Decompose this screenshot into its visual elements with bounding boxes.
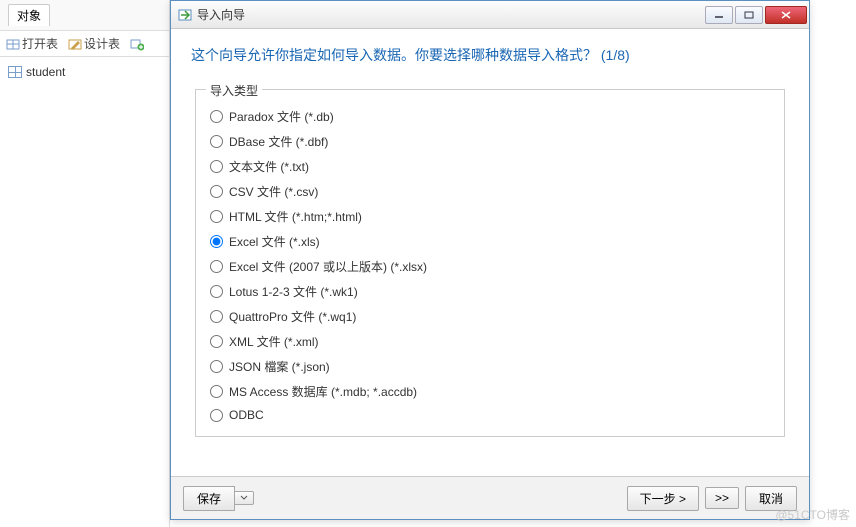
design-table-button[interactable]: 设计表 bbox=[68, 35, 120, 52]
close-icon bbox=[780, 10, 792, 20]
dialog-title: 导入向导 bbox=[197, 6, 703, 23]
sidebar-tab-label: 对象 bbox=[8, 4, 50, 26]
add-table-button[interactable] bbox=[130, 37, 144, 51]
import-type-radio[interactable] bbox=[210, 110, 223, 123]
add-icon bbox=[130, 37, 144, 51]
import-type-option[interactable]: XML 文件 (*.xml) bbox=[210, 329, 770, 354]
import-type-radio[interactable] bbox=[210, 310, 223, 323]
import-type-option[interactable]: JSON 檔案 (*.json) bbox=[210, 354, 770, 379]
close-button[interactable] bbox=[765, 6, 807, 24]
table-icon bbox=[8, 66, 22, 78]
import-type-label: CSV 文件 (*.csv) bbox=[229, 183, 318, 200]
minimize-icon bbox=[714, 11, 724, 19]
import-type-radio[interactable] bbox=[210, 409, 223, 422]
import-type-radio[interactable] bbox=[210, 385, 223, 398]
import-type-option[interactable]: ODBC bbox=[210, 404, 770, 426]
chevron-down-icon bbox=[240, 495, 248, 501]
import-type-radio[interactable] bbox=[210, 185, 223, 198]
import-type-label: HTML 文件 (*.htm;*.html) bbox=[229, 208, 362, 225]
dialog-titlebar: 导入向导 bbox=[171, 1, 809, 29]
dialog-footer: 保存 下一步 > >> 取消 bbox=[171, 477, 809, 519]
table-list: student bbox=[0, 57, 169, 87]
import-type-label: ODBC bbox=[229, 408, 264, 422]
import-type-option[interactable]: Paradox 文件 (*.db) bbox=[210, 104, 770, 129]
import-type-label: Excel 文件 (2007 或以上版本) (*.xlsx) bbox=[229, 258, 427, 275]
import-type-option[interactable]: Lotus 1-2-3 文件 (*.wk1) bbox=[210, 279, 770, 304]
open-table-icon bbox=[6, 37, 20, 51]
import-type-radio[interactable] bbox=[210, 135, 223, 148]
minimize-button[interactable] bbox=[705, 6, 733, 24]
import-type-option[interactable]: CSV 文件 (*.csv) bbox=[210, 179, 770, 204]
list-item-label: student bbox=[26, 65, 65, 79]
sidebar-toolbar: 打开表 设计表 bbox=[0, 31, 169, 57]
import-type-radio[interactable] bbox=[210, 360, 223, 373]
dialog-body: 这个向导允许你指定如何导入数据。你要选择哪种数据导入格式？ (1/8) 导入类型… bbox=[171, 29, 809, 477]
import-type-radio[interactable] bbox=[210, 160, 223, 173]
jump-button[interactable]: >> bbox=[705, 487, 739, 509]
open-table-label: 打开表 bbox=[22, 35, 58, 52]
import-type-label: 文本文件 (*.txt) bbox=[229, 158, 309, 175]
import-type-radio[interactable] bbox=[210, 235, 223, 248]
import-type-label: MS Access 数据库 (*.mdb; *.accdb) bbox=[229, 383, 417, 400]
save-dropdown[interactable] bbox=[235, 491, 254, 505]
maximize-button[interactable] bbox=[735, 6, 763, 24]
import-type-label: QuattroPro 文件 (*.wq1) bbox=[229, 308, 356, 325]
import-type-radio[interactable] bbox=[210, 260, 223, 273]
object-sidebar: 对象 打开表 设计表 student bbox=[0, 0, 170, 527]
import-type-radio[interactable] bbox=[210, 335, 223, 348]
import-type-option[interactable]: QuattroPro 文件 (*.wq1) bbox=[210, 304, 770, 329]
save-button[interactable]: 保存 bbox=[183, 486, 235, 511]
import-type-option[interactable]: HTML 文件 (*.htm;*.html) bbox=[210, 204, 770, 229]
import-type-label: JSON 檔案 (*.json) bbox=[229, 358, 330, 375]
save-split-button: 保存 bbox=[183, 486, 254, 511]
import-type-radio[interactable] bbox=[210, 210, 223, 223]
design-table-icon bbox=[68, 37, 82, 51]
import-type-label: Excel 文件 (*.xls) bbox=[229, 233, 320, 250]
wizard-heading: 这个向导允许你指定如何导入数据。你要选择哪种数据导入格式？ (1/8) bbox=[171, 29, 809, 75]
list-item[interactable]: student bbox=[8, 63, 161, 81]
import-type-option[interactable]: MS Access 数据库 (*.mdb; *.accdb) bbox=[210, 379, 770, 404]
design-table-label: 设计表 bbox=[84, 35, 120, 52]
watermark: @51CTO博客 bbox=[775, 506, 850, 523]
wizard-icon bbox=[177, 7, 193, 23]
import-type-label: DBase 文件 (*.dbf) bbox=[229, 133, 328, 150]
import-wizard-dialog: 导入向导 这个向导允许你指定如何导入数据。你要选择哪种数据导入格式？ (1/8)… bbox=[170, 0, 810, 520]
open-table-button[interactable]: 打开表 bbox=[6, 35, 58, 52]
maximize-icon bbox=[744, 11, 754, 19]
sidebar-tab[interactable]: 对象 bbox=[0, 0, 169, 31]
import-type-group: 导入类型 Paradox 文件 (*.db)DBase 文件 (*.dbf)文本… bbox=[195, 89, 785, 437]
import-type-label: XML 文件 (*.xml) bbox=[229, 333, 319, 350]
group-label: 导入类型 bbox=[206, 82, 262, 99]
import-type-option[interactable]: Excel 文件 (2007 或以上版本) (*.xlsx) bbox=[210, 254, 770, 279]
import-type-label: Paradox 文件 (*.db) bbox=[229, 108, 334, 125]
next-button[interactable]: 下一步 > bbox=[627, 486, 699, 511]
import-type-option[interactable]: 文本文件 (*.txt) bbox=[210, 154, 770, 179]
import-type-radio[interactable] bbox=[210, 285, 223, 298]
import-type-option[interactable]: DBase 文件 (*.dbf) bbox=[210, 129, 770, 154]
import-type-option[interactable]: Excel 文件 (*.xls) bbox=[210, 229, 770, 254]
import-type-label: Lotus 1-2-3 文件 (*.wk1) bbox=[229, 283, 358, 300]
